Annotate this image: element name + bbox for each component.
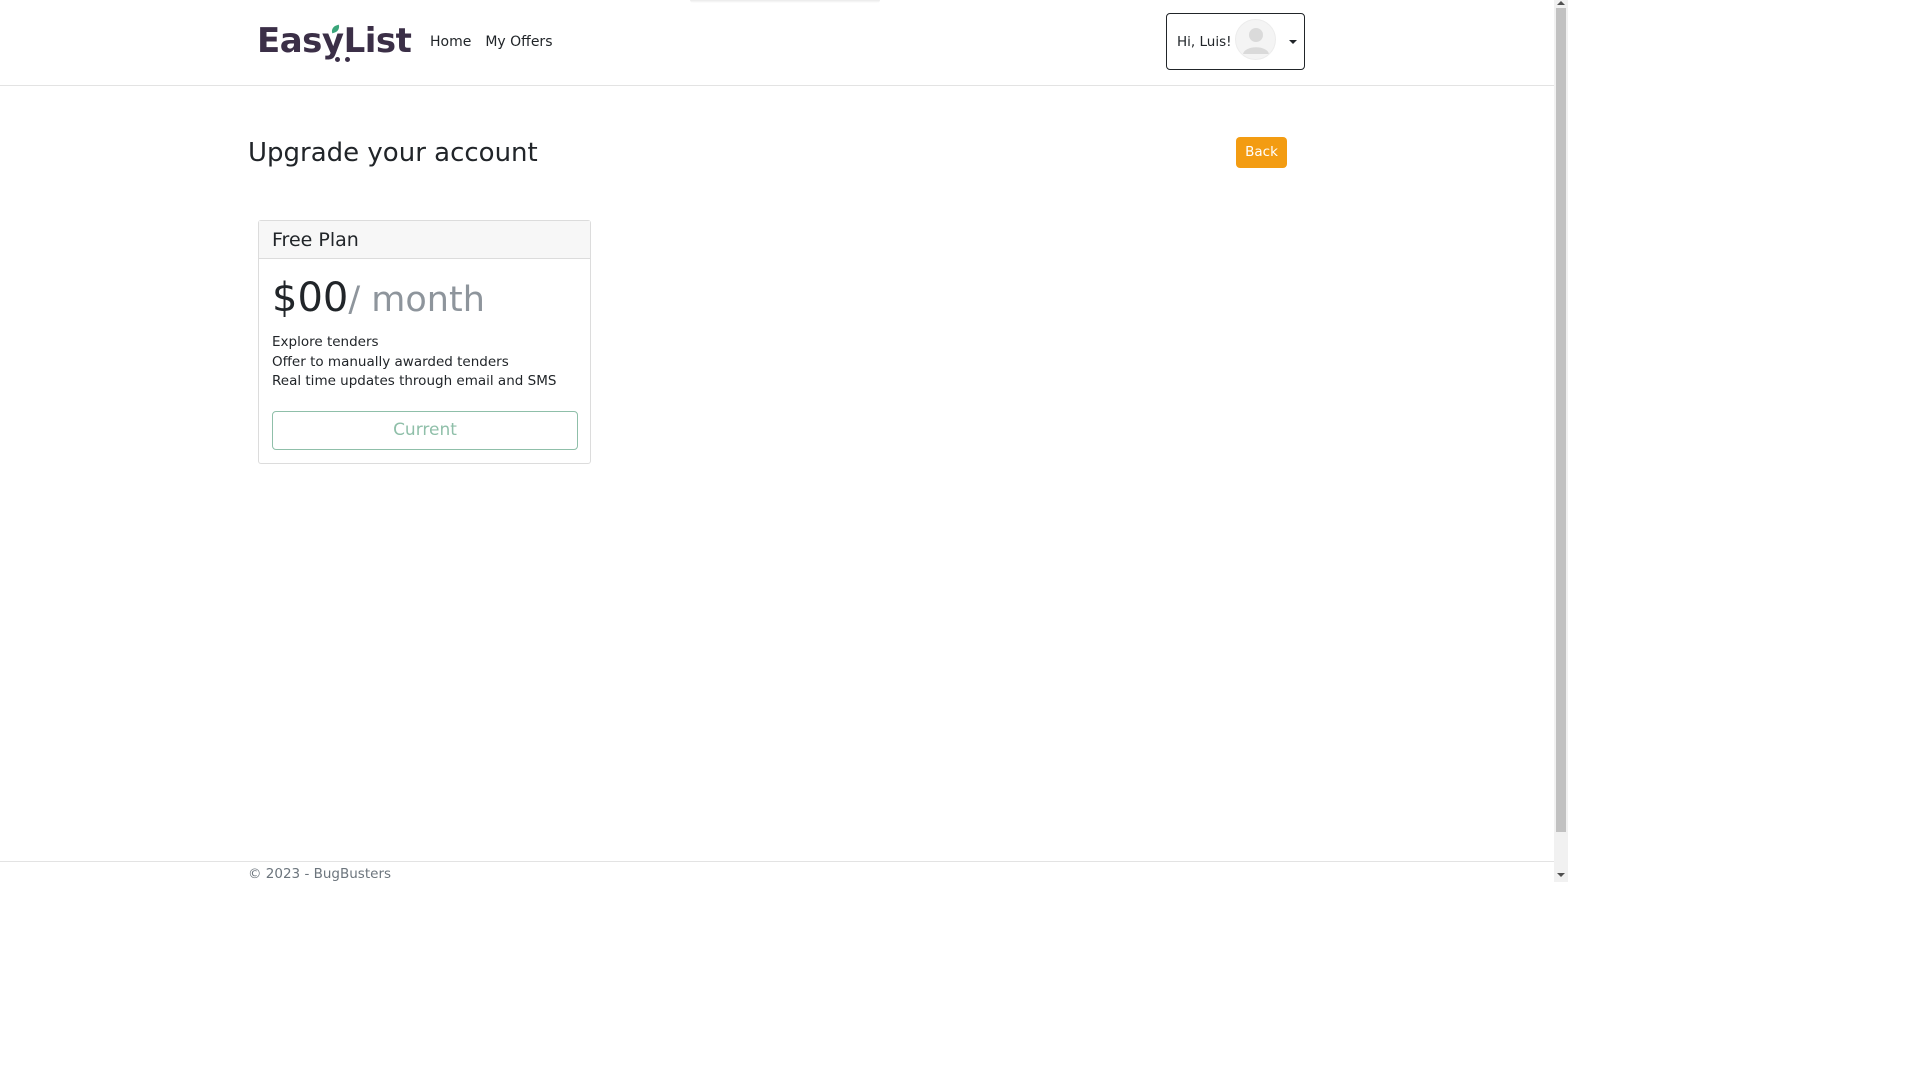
top-navbar: EasyList Home My Offers Hi, Luis! (0, 0, 1554, 86)
user-greeting: Hi, Luis! (1177, 34, 1232, 50)
scroll-up-arrow-icon[interactable] (1557, 1, 1565, 5)
plan-name: Free Plan (272, 229, 359, 251)
page-title: Upgrade your account (248, 138, 538, 168)
plan-feature-item: Real time updates through email and SMS (272, 373, 557, 390)
vertical-scrollbar[interactable] (1554, 0, 1568, 882)
footer-copyright: © 2023 - BugBusters (248, 866, 392, 882)
caret-down-icon (1289, 40, 1297, 44)
scrollbar-thumb[interactable] (1556, 8, 1566, 832)
plan-feature-item: Offer to manually awarded tenders (272, 353, 509, 370)
nav-my-offers-link[interactable]: My Offers (485, 32, 552, 52)
footer: © 2023 - BugBusters (0, 861, 1554, 882)
page: EasyList Home My Offers Hi, Luis! Upgrad… (0, 0, 1568, 882)
nav-home-link[interactable]: Home (430, 32, 471, 52)
logo-cart-wheels-icon (333, 57, 353, 63)
main-nav: Home My Offers (430, 32, 553, 52)
plan-features-list: Explore tenders Offer to manually awarde… (272, 333, 556, 392)
top-shadow-decoration (690, 0, 880, 3)
plan-price: $00/ month (272, 273, 485, 331)
scroll-down-arrow-icon[interactable] (1557, 873, 1565, 877)
plan-price-amount: $00 (272, 275, 349, 321)
plan-card-header: Free Plan (259, 221, 590, 259)
current-plan-button[interactable]: Current (272, 411, 578, 450)
back-button[interactable]: Back (1236, 137, 1287, 168)
plan-card-free: Free Plan $00/ month Explore tenders Off… (258, 220, 591, 464)
plan-price-period: / month (348, 280, 485, 320)
plan-feature-item: Explore tenders (272, 334, 379, 350)
user-menu-dropdown[interactable]: Hi, Luis! (1166, 13, 1305, 70)
user-avatar-icon (1235, 19, 1276, 60)
